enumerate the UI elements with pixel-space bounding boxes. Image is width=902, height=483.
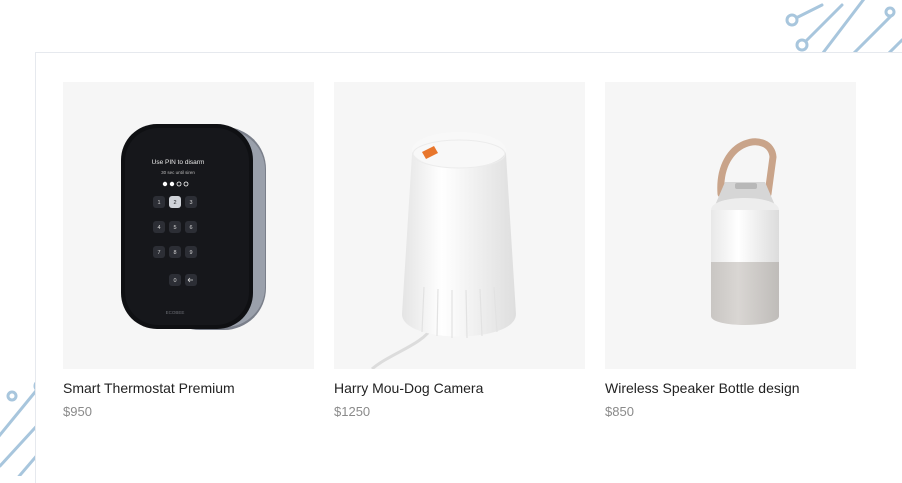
keypad-key-9: 9 xyxy=(189,250,192,256)
product-price: $1250 xyxy=(334,404,371,419)
product-card-dog-camera[interactable]: Harry Mou-Dog Camera $1250 xyxy=(334,82,585,420)
keypad-key-3: 3 xyxy=(189,200,192,206)
keypad-key-8: 8 xyxy=(173,250,176,256)
bottle-speaker-image[interactable] xyxy=(605,82,856,369)
smart-thermostat-image[interactable]: Use PIN to disarm 30 sec until siren 1 2… xyxy=(63,82,314,369)
thermostat-screen-line2: 30 sec until siren xyxy=(161,170,195,175)
product-price: $850 xyxy=(605,404,634,419)
keypad-key-7: 7 xyxy=(157,250,160,256)
dog-camera-image[interactable] xyxy=(334,82,585,369)
keypad-key-6: 6 xyxy=(189,225,192,231)
product-name[interactable]: Smart Thermostat Premium xyxy=(63,380,314,396)
thermostat-brand: ECOBEE xyxy=(166,310,185,315)
keypad-key-2: 2 xyxy=(173,200,176,206)
keypad-key-0: 0 xyxy=(173,278,176,284)
keypad-key-4: 4 xyxy=(157,225,160,231)
product-name[interactable]: Harry Mou-Dog Camera xyxy=(334,380,585,396)
product-card-bottle-speaker[interactable]: Wireless Speaker Bottle design $850 xyxy=(605,82,856,420)
product-name[interactable]: Wireless Speaker Bottle design xyxy=(605,380,856,396)
thermostat-screen-line1: Use PIN to disarm xyxy=(152,159,205,166)
product-price: $950 xyxy=(63,404,92,419)
keypad-key-5: 5 xyxy=(173,225,176,231)
product-card-smart-thermostat[interactable]: Use PIN to disarm 30 sec until siren 1 2… xyxy=(63,82,314,420)
keypad-key-1: 1 xyxy=(157,200,160,206)
